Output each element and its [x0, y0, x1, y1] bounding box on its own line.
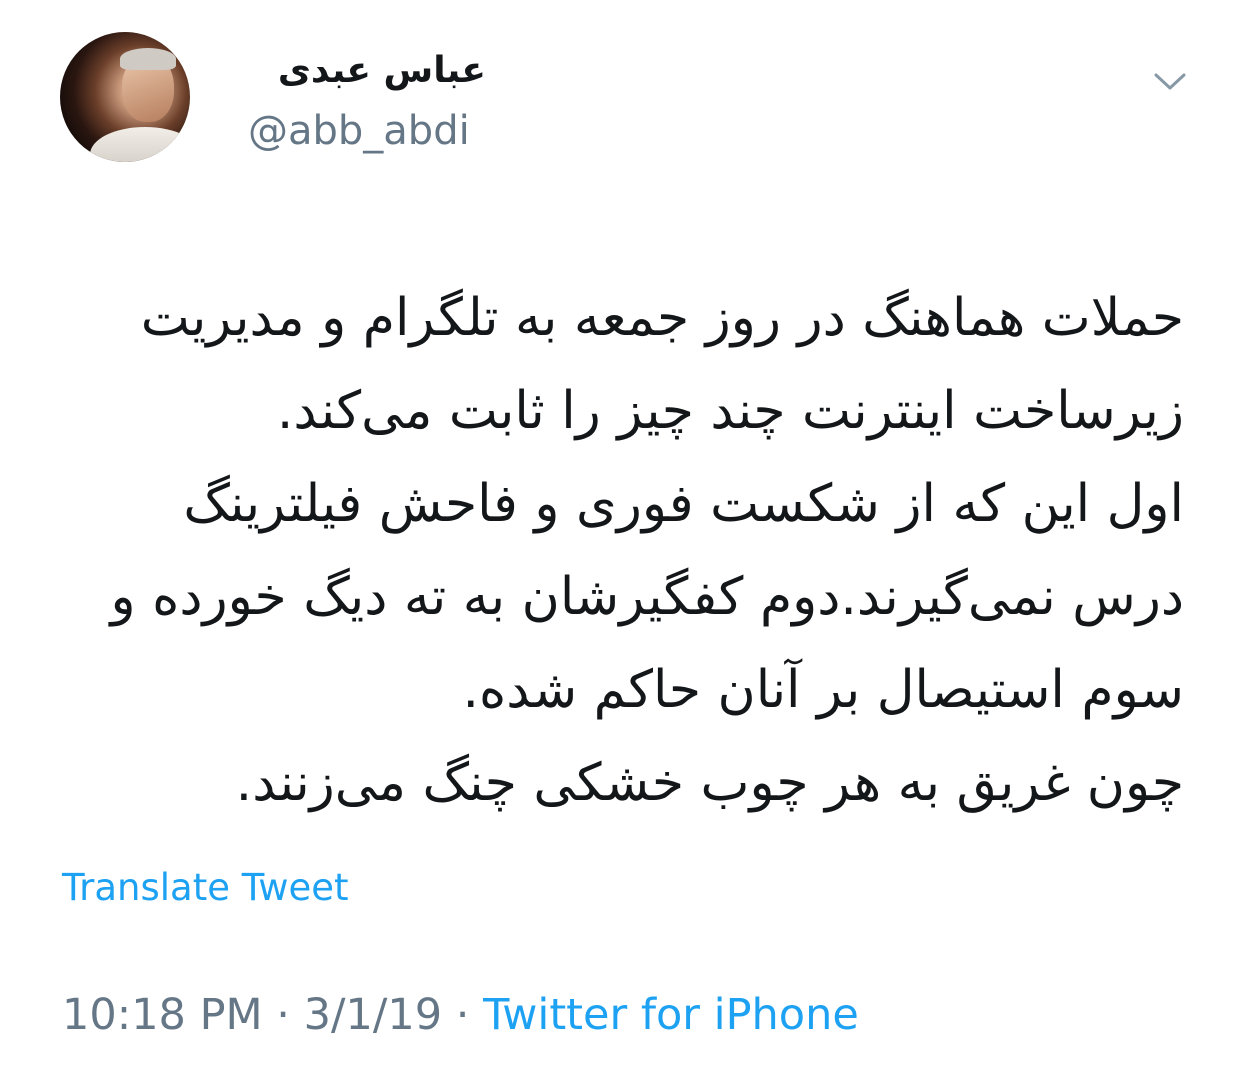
avatar-shirt — [90, 127, 190, 162]
chevron-down-icon — [1154, 73, 1186, 90]
meta-separator: · — [455, 990, 470, 1040]
author-display-name[interactable]: عباس عبدی — [278, 50, 486, 91]
tweet-line: زیرساخت اینترنت چند چیز را ثابت می‌کند. — [276, 381, 1184, 441]
author-handle[interactable]: @abb_abdi — [248, 108, 470, 154]
tweet-line: حملات هماهنگ در روز جمعه به تلگرام و مدی… — [140, 288, 1184, 348]
translate-tweet-link[interactable]: Translate Tweet — [62, 866, 349, 909]
tweet-date[interactable]: 3/1/19 — [304, 990, 442, 1040]
tweet-menu-button[interactable] — [1150, 64, 1190, 100]
tweet-line: چون غریق به هر چوب خشکی چنگ می‌زنند. — [235, 753, 1184, 813]
tweet-text: حملات هماهنگ در روز جمعه به تلگرام و مدی… — [60, 272, 1185, 830]
tweet-meta: 10:18 PM · 3/1/19 · Twitter for iPhone — [62, 990, 859, 1040]
meta-separator: · — [276, 990, 290, 1040]
tweet-time[interactable]: 10:18 PM — [62, 990, 263, 1040]
tweet-line: درس نمی‌گیرند.دوم کفگیرشان به ته دیگ خور… — [110, 567, 1185, 627]
avatar[interactable] — [60, 32, 190, 162]
tweet-line: اول این که از شکست فوری و فاحش فیلترینگ — [183, 474, 1184, 534]
tweet-source-link[interactable]: Twitter for iPhone — [483, 990, 859, 1040]
avatar-hair — [120, 48, 176, 70]
tweet-line: سوم استیصال بر آنان حاکم شده. — [462, 660, 1185, 720]
